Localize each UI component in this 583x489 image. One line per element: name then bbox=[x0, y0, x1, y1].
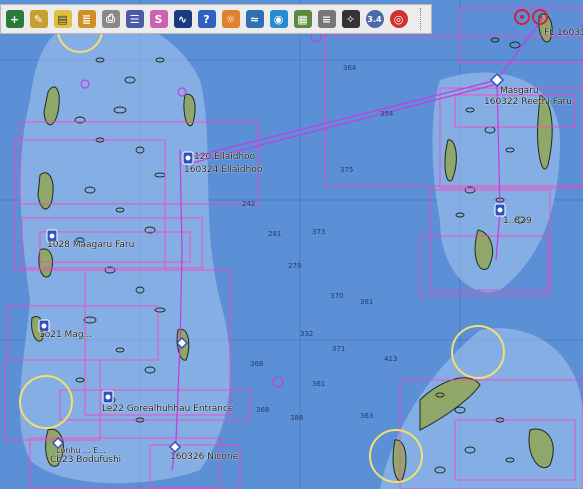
label-reethi[interactable]: 160322 Reethi Faru bbox=[484, 97, 572, 107]
main-toolbar: + ✎ ▤ ≣ ⎙ ☰ S ∿ ? ☼ ≈ ◉ ▦ ≡ ✧ 3.4 ◎ bbox=[0, 4, 432, 34]
mob-button[interactable]: ◎ bbox=[387, 8, 410, 31]
tide-icon: ∿ bbox=[173, 10, 192, 28]
toolbar-grip[interactable] bbox=[420, 8, 429, 30]
label-maagaru-faru[interactable]: 1028 Maagaru Faru bbox=[47, 240, 134, 250]
depth-sounding: 361 bbox=[312, 380, 326, 388]
label-ellaidhoo-route[interactable]: 160324 Ellaidhoo bbox=[184, 165, 262, 175]
layers-icon: ≣ bbox=[77, 10, 96, 28]
route-button[interactable]: S bbox=[147, 8, 170, 31]
log-button[interactable]: ≡ bbox=[315, 8, 338, 31]
pencil-icon: ✎ bbox=[29, 10, 48, 28]
label-fl1603[interactable]: FL 16031 bbox=[544, 28, 583, 38]
depth-sounding: 368 bbox=[256, 406, 270, 414]
depth-sounding: 242 bbox=[242, 200, 256, 208]
depth-sounding: 368 bbox=[250, 360, 264, 368]
label-nicone[interactable]: 160326 Nicone bbox=[170, 452, 238, 462]
depth-sounding: 370 bbox=[330, 292, 344, 300]
settings-icon: ☰ bbox=[125, 10, 144, 28]
globe-button[interactable]: ◉ bbox=[267, 8, 290, 31]
depth-sounding: 375 bbox=[340, 166, 354, 174]
dashboard-button[interactable]: ▦ bbox=[291, 8, 314, 31]
depth-sounding: 364 bbox=[343, 64, 357, 72]
label-maagaru-2[interactable]: 1o21 Mag... bbox=[39, 330, 92, 340]
label-k329[interactable]: 1..329 bbox=[503, 216, 532, 226]
grib-button[interactable]: ☼ bbox=[219, 8, 242, 31]
help-icon: ? bbox=[197, 10, 216, 28]
ais-button[interactable]: ≈ bbox=[243, 8, 266, 31]
printer-icon: ⎙ bbox=[101, 10, 120, 28]
depth-sounding: 388 bbox=[290, 414, 304, 422]
layers-button[interactable]: ≣ bbox=[75, 8, 98, 31]
zoom-in-button[interactable]: + bbox=[3, 8, 26, 31]
help-button[interactable]: ? bbox=[195, 8, 218, 31]
tide-button[interactable]: ∿ bbox=[171, 8, 194, 31]
label-bodufushi[interactable]: Cb23 Bodufushi bbox=[50, 455, 121, 465]
route-icon: S bbox=[149, 10, 168, 28]
label-gorealhuhhau[interactable]: Le22 Gorealhuhhau Entrance bbox=[102, 404, 233, 414]
waves-icon: ≈ bbox=[245, 10, 264, 28]
chart-icon: ▤ bbox=[53, 10, 72, 28]
depth-sounding: 281 bbox=[268, 230, 282, 238]
depth-sounding: 381 bbox=[360, 298, 374, 306]
weather-icon: ☼ bbox=[221, 10, 240, 28]
label-ellaidhoo[interactable]: 120 Ellaidhoo bbox=[194, 152, 255, 162]
globe-icon: ◉ bbox=[269, 10, 288, 28]
depth-sounding: 373 bbox=[312, 228, 326, 236]
label-ehu[interactable]: Lonhu ... E... bbox=[56, 446, 106, 455]
print-button[interactable]: ⎙ bbox=[99, 8, 122, 31]
compass-icon: ✧ bbox=[341, 10, 360, 28]
notes-icon: ≡ bbox=[317, 10, 336, 28]
depth-sounding: 413 bbox=[384, 355, 398, 363]
settings-button[interactable]: ☰ bbox=[123, 8, 146, 31]
dashboard-icon: ▦ bbox=[293, 10, 312, 28]
scale-icon: 3.4 bbox=[365, 10, 384, 28]
chart-toggle-button[interactable]: ▤ bbox=[51, 8, 74, 31]
compass-button[interactable]: ✧ bbox=[339, 8, 362, 31]
scale-button[interactable]: 3.4 bbox=[363, 8, 386, 31]
lifebuoy-icon: ◎ bbox=[389, 10, 408, 28]
depth-sounding: 279 bbox=[288, 262, 302, 270]
zoom-in-icon: + bbox=[5, 10, 24, 28]
depth-sounding: 332 bbox=[300, 330, 314, 338]
depth-sounding: 363 bbox=[360, 412, 374, 420]
depth-sounding: 371 bbox=[332, 345, 346, 353]
depth-sounding: 354 bbox=[380, 110, 394, 118]
edit-pencil-button[interactable]: ✎ bbox=[27, 8, 50, 31]
label-masgaru[interactable]: Masgaru bbox=[500, 86, 539, 96]
